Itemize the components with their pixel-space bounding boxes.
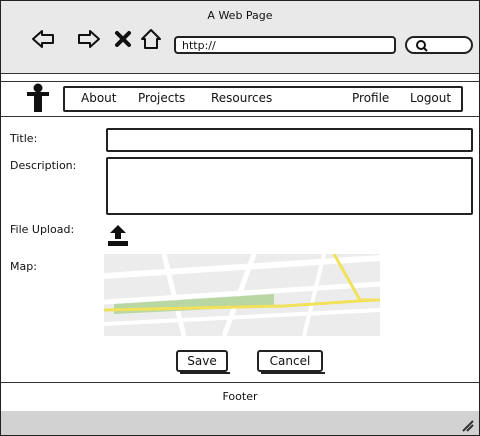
search-icon — [416, 40, 428, 52]
description-textarea[interactable] — [106, 157, 473, 215]
forward-button[interactable] — [77, 27, 101, 51]
arrow-right-icon — [78, 30, 100, 48]
stop-button[interactable] — [111, 27, 135, 51]
save-button[interactable]: Save — [176, 350, 230, 374]
browser-toolbar: A Web Page http:// — [1, 1, 479, 74]
nav-item-logout[interactable]: Logout — [410, 91, 451, 105]
title-input[interactable] — [106, 128, 473, 152]
nav-item-about[interactable]: About — [81, 91, 116, 105]
person-icon — [27, 83, 49, 112]
map-image — [104, 254, 380, 336]
upload-icon[interactable] — [106, 223, 130, 247]
file-upload-label: File Upload: — [10, 223, 75, 236]
arrow-left-icon — [32, 30, 54, 48]
wireframe-window: A Web Page http:// About Projects Resour… — [0, 0, 480, 436]
footer: Footer — [1, 382, 479, 412]
title-label: Title: — [10, 132, 38, 145]
close-icon — [115, 31, 131, 47]
map-label: Map: — [10, 260, 37, 273]
description-label: Description: — [10, 159, 77, 172]
home-icon — [141, 29, 161, 49]
search-field[interactable] — [405, 36, 473, 54]
cancel-button[interactable]: Cancel — [257, 350, 325, 374]
window-title: A Web Page — [207, 9, 273, 22]
map-view[interactable] — [104, 254, 380, 336]
resize-grip-icon[interactable] — [459, 417, 475, 433]
back-button[interactable] — [31, 27, 55, 51]
nav-item-resources[interactable]: Resources — [211, 91, 272, 105]
address-bar[interactable]: http:// — [174, 36, 396, 54]
home-button[interactable] — [139, 27, 163, 51]
nav-item-profile[interactable]: Profile — [352, 91, 389, 105]
nav-item-projects[interactable]: Projects — [138, 91, 185, 105]
status-bar — [1, 411, 479, 435]
